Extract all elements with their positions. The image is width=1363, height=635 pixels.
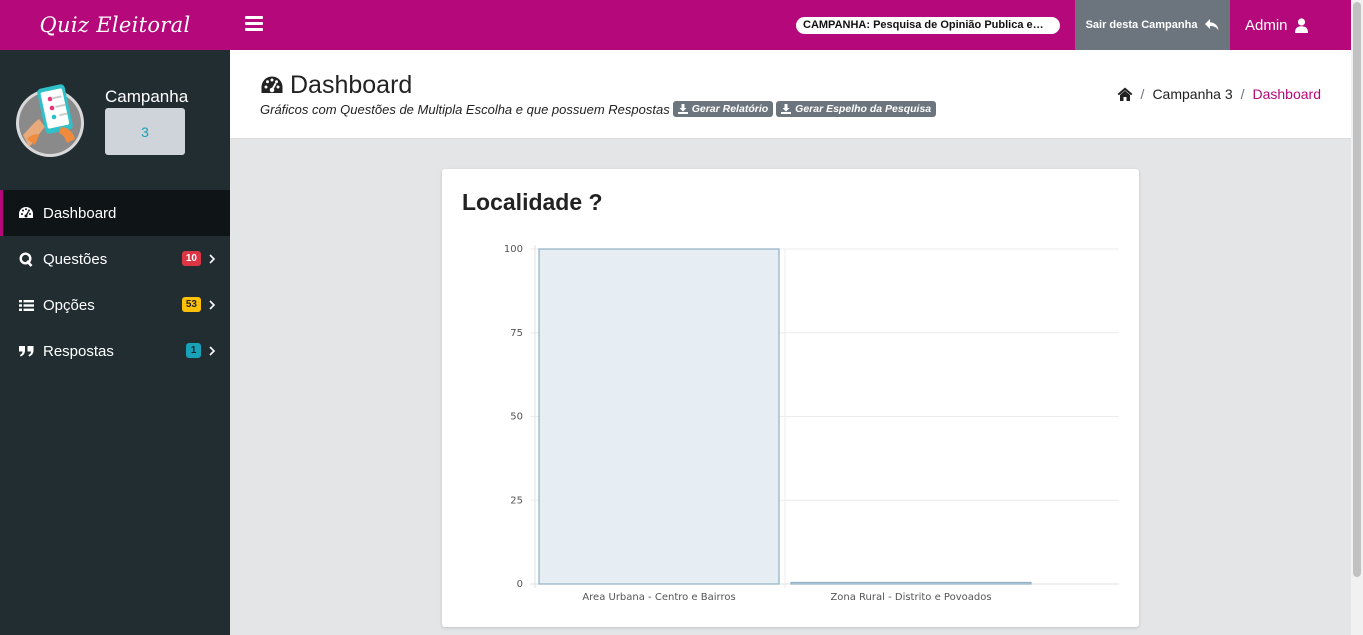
- scrollbar-thumb[interactable]: [1353, 2, 1361, 577]
- campaign-badge: CAMPANHA: Pesquisa de Opinião Publica em…: [796, 17, 1060, 34]
- generate-mirror-button[interactable]: Gerar Espelho da Pesquisa: [776, 101, 937, 117]
- breadcrumb-separator: /: [1140, 86, 1145, 102]
- opcoes-count-badge: 53: [181, 297, 201, 312]
- sidebar: Campanha 3 Dashboard Questões 10 Opções …: [0, 50, 230, 635]
- campaign-label: Campanha: [105, 87, 189, 106]
- exit-campaign-button[interactable]: Sair desta Campanha: [1075, 0, 1230, 50]
- sidebar-item-label: Dashboard: [43, 204, 117, 222]
- menu-toggle-icon[interactable]: [245, 16, 263, 32]
- sidebar-item-dashboard[interactable]: Dashboard: [0, 190, 230, 236]
- y-tick-label: 0: [517, 579, 523, 590]
- top-navbar: Quiz Eleitoral CAMPANHA: Pesquisa de Opi…: [0, 0, 1351, 50]
- sidebar-item-questoes[interactable]: Questões 10: [0, 236, 230, 282]
- admin-label: Admin: [1245, 16, 1288, 34]
- sidebar-item-label: Respostas: [43, 342, 114, 360]
- download-icon: [781, 104, 792, 114]
- generate-mirror-label: Gerar Espelho da Pesquisa: [795, 103, 932, 115]
- campaign-avatar-icon: [16, 84, 84, 157]
- breadcrumb: / Campanha 3 / Dashboard: [1117, 86, 1321, 102]
- reply-icon: [1205, 19, 1219, 31]
- admin-user-menu[interactable]: Admin: [1245, 0, 1308, 50]
- chart-bar: [790, 581, 1032, 585]
- chevron-right-icon: [209, 346, 216, 356]
- sidebar-item-label: Questões: [43, 250, 108, 268]
- page-title: Dashboard: [260, 71, 412, 100]
- generate-report-label: Gerar Relatório: [691, 103, 769, 115]
- sidebar-profile: Campanha 3: [0, 50, 230, 190]
- list-icon: [18, 297, 34, 313]
- x-tick-label: Zona Rural - Distrito e Povoados: [830, 592, 991, 603]
- y-tick-label: 75: [510, 328, 523, 339]
- sidebar-item-opcoes[interactable]: Opções 53: [0, 282, 230, 328]
- dashboard-icon: [261, 76, 283, 93]
- exit-campaign-label: Sair desta Campanha: [1085, 19, 1198, 31]
- content-header: Dashboard Gráficos com Questões de Multi…: [230, 50, 1351, 139]
- page-subtitle-text: Gráficos com Questões de Multipla Escolh…: [260, 101, 670, 117]
- q-icon: [18, 251, 34, 267]
- breadcrumb-separator: /: [1240, 86, 1245, 102]
- sidebar-item-respostas[interactable]: Respostas 1: [0, 328, 230, 374]
- dashboard-icon: [18, 205, 34, 221]
- y-tick-label: 100: [504, 244, 523, 255]
- y-tick-label: 25: [510, 495, 523, 506]
- bar-chart: 0 25 50 75 100 Area Urbana - Centro e Bairros…: [504, 244, 1119, 603]
- breadcrumb-current: Dashboard: [1252, 86, 1322, 102]
- brand-logo[interactable]: Quiz Eleitoral: [0, 0, 230, 50]
- chart-bar: [538, 248, 780, 585]
- page-scrollbar[interactable]: [1351, 0, 1363, 635]
- sidebar-item-label: Opções: [43, 296, 95, 314]
- generate-report-button[interactable]: Gerar Relatório: [672, 101, 774, 117]
- page-subtitle: Gráficos com Questões de Multipla Escolh…: [260, 101, 937, 117]
- respostas-count-badge: 1: [186, 343, 201, 358]
- quote-icon: [18, 343, 34, 359]
- questoes-count-badge: 10: [181, 251, 201, 266]
- sidebar-menu: Dashboard Questões 10 Opções 53 Resposta…: [0, 190, 230, 374]
- user-icon: [1294, 17, 1308, 33]
- campaign-number-badge: 3: [105, 108, 185, 155]
- download-icon: [677, 104, 688, 114]
- y-tick-label: 50: [510, 412, 523, 423]
- chart-card: Localidade ? 0 25 50 75 100 Area Urbana - Cen…: [442, 169, 1139, 627]
- chevron-right-icon: [209, 254, 216, 264]
- page-title-text: Dashboard: [290, 71, 413, 99]
- x-tick-label: Area Urbana - Centro e Bairros: [582, 592, 735, 603]
- home-icon[interactable]: [1117, 87, 1133, 101]
- chevron-right-icon: [209, 300, 216, 310]
- breadcrumb-campaign-link[interactable]: Campanha 3: [1152, 86, 1232, 102]
